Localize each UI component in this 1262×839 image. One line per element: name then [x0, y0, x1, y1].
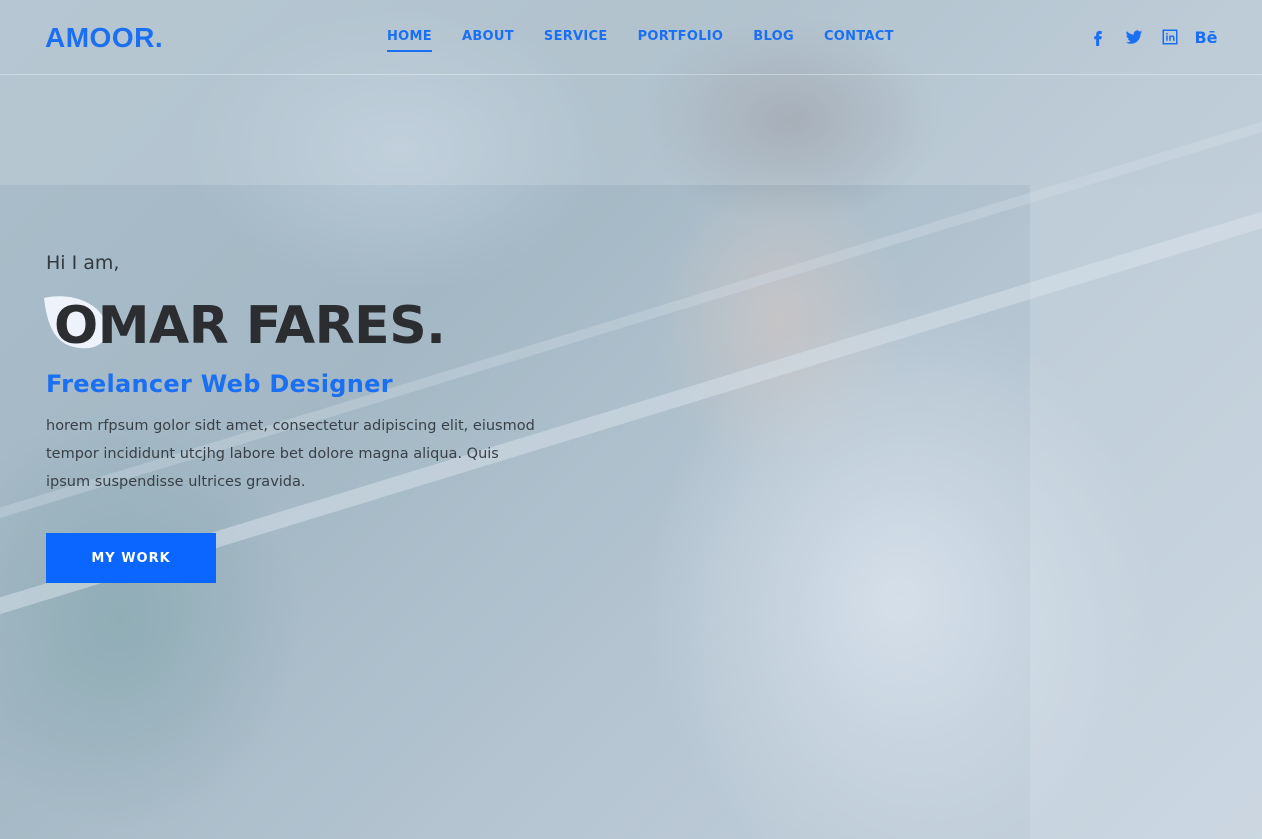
my-work-button[interactable]: MY WORK [46, 533, 216, 583]
twitter-icon[interactable] [1124, 27, 1144, 47]
nav-portfolio[interactable]: PORTFOLIO [638, 29, 724, 50]
social-links: Bē [1088, 27, 1218, 47]
behance-icon[interactable]: Bē [1194, 27, 1217, 47]
site-header: AMOOR. HOME ABOUT SERVICE PORTFOLIO BLOG… [0, 0, 1262, 75]
nav-home[interactable]: HOME [387, 29, 432, 52]
hero-greeting: Hi I am, [46, 252, 120, 274]
hero-name: OMAR FARES. [54, 296, 446, 356]
nav-contact[interactable]: CONTACT [824, 29, 894, 50]
nav-blog[interactable]: BLOG [753, 29, 794, 50]
hero-role: Freelancer Web Designer [46, 370, 393, 398]
overlay-band-right [1030, 185, 1262, 839]
linkedin-icon[interactable] [1160, 27, 1180, 47]
site-logo[interactable]: AMOOR. [45, 22, 163, 54]
hero-name-wrap: OMAR FARES. [44, 290, 546, 362]
nav-service[interactable]: SERVICE [544, 29, 608, 50]
main-nav: HOME ABOUT SERVICE PORTFOLIO BLOG CONTAC… [387, 29, 894, 52]
hero-description: horem rfpsum golor sidt amet, consectetu… [46, 418, 535, 490]
nav-about[interactable]: ABOUT [462, 29, 514, 50]
hero-content: Hi I am, OMAR FARES. Freelancer Web Desi… [44, 252, 546, 496]
facebook-icon[interactable] [1088, 27, 1108, 47]
